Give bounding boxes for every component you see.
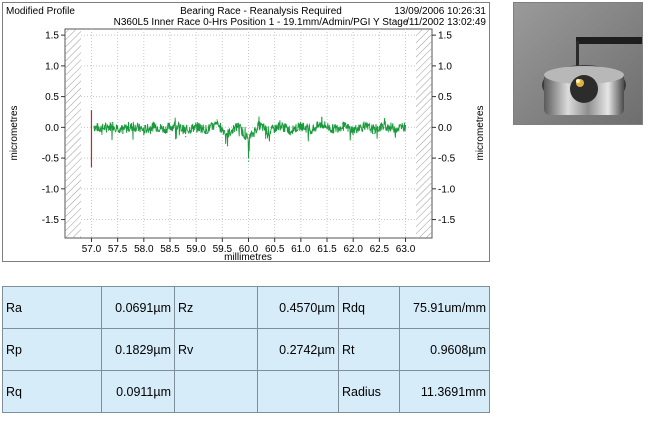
x-tick-label: 63.0 [396, 244, 416, 255]
y-axis-label-left: micrometres [9, 105, 20, 160]
y-axis-left: 1.5 1.0 0.5 0.0 -0.5 -1.0 -1.5 [42, 31, 65, 226]
data-point [111, 121, 114, 124]
x-tick-label: 57.5 [108, 244, 128, 255]
param-value: 0.1829µm [101, 328, 175, 371]
y-tick-label-left: 1.5 [45, 31, 59, 42]
header-right-2: /11/2002 13:02:49 [406, 17, 486, 28]
profile-chart: Modified Profile Bearing Race - Reanalys… [6, 6, 486, 261]
data-point [268, 139, 271, 141]
data-point [258, 120, 260, 122]
data-point [132, 123, 134, 125]
y-tick-label-left: -1.5 [42, 215, 60, 226]
param-value: 0.4570µm [257, 286, 339, 329]
data-point [153, 123, 155, 125]
param-value: 75.91um/mm [399, 286, 490, 329]
x-tick-label: 61.0 [291, 244, 311, 255]
data-point [185, 135, 187, 138]
param-label: Ra [2, 286, 102, 329]
param-label: Rp [2, 328, 102, 371]
y-tick-label-left: 1.0 [45, 61, 59, 72]
data-point [331, 131, 333, 133]
data-point [342, 123, 344, 125]
data-point [101, 129, 103, 132]
y-tick-label-left: -1.0 [42, 184, 60, 195]
x-tick-label: 61.5 [317, 244, 337, 255]
y-tick-label-right: -1.0 [438, 184, 456, 195]
data-point [373, 132, 375, 135]
data-point [93, 125, 95, 127]
data-point [143, 134, 145, 136]
param-label: Radius [338, 370, 400, 413]
data-point [164, 131, 166, 133]
y-axis-right: 1.5 1.0 0.5 0.0 -0.5 -1.0 -1.5 [432, 31, 456, 226]
x-tick-label: 58.0 [134, 244, 154, 255]
header-left: Modified Profile [6, 6, 75, 17]
x-tick-label: 59.0 [186, 244, 206, 255]
data-point [383, 121, 386, 124]
y-tick-label-left: 0.5 [45, 92, 59, 103]
param-label: Rt [338, 328, 400, 371]
header-right-1: 13/09/2006 10:26:31 [394, 6, 486, 17]
data-point [122, 132, 124, 135]
data-point [226, 145, 229, 147]
x-tick-label: 57.0 [82, 244, 102, 255]
param-label: Rv [174, 328, 258, 371]
table-row: Rp 0.1829µm Rv 0.2742µm Rt 0.9608µm [2, 328, 490, 371]
data-point [279, 121, 281, 124]
table-row: Ra 0.0691µm Rz 0.4570µm Rdq 75.91um/mm [2, 286, 490, 329]
data-point [216, 119, 218, 121]
data-point [237, 123, 239, 125]
x-tick-label: 62.0 [343, 244, 363, 255]
y-axis-label-right: micrometres [475, 105, 486, 160]
param-label [174, 370, 258, 413]
profile-chart-panel: Modified Profile Bearing Race - Reanalys… [2, 2, 490, 262]
header-center-2: N360L5 Inner Race 0-Hrs Position 1 - 19.… [114, 17, 409, 28]
param-value: 0.0911µm [101, 370, 175, 413]
x-tick-label: 62.5 [370, 244, 390, 255]
data-point [206, 132, 208, 135]
data-point [300, 123, 302, 125]
roughness-parameters-table: Ra 0.0691µm Rz 0.4570µm Rdq 75.91um/mm R… [2, 286, 490, 413]
x-tick-label: 58.5 [160, 244, 180, 255]
data-point [321, 117, 323, 119]
y-tick-label-left: 0.0 [45, 123, 59, 134]
left-hatch-band [65, 29, 81, 238]
y-tick-label-right: 0.5 [438, 92, 452, 103]
param-value: 0.2742µm [257, 328, 339, 371]
y-tick-label-right: 0.0 [438, 123, 452, 134]
y-tick-label-right: -1.5 [438, 215, 456, 226]
param-label: Rq [2, 370, 102, 413]
param-value: 0.0691µm [101, 286, 175, 329]
table-row: Rq 0.0911µm Radius 11.3691mm [2, 370, 490, 413]
y-tick-label-right: -0.5 [438, 154, 456, 165]
param-label: Rz [174, 286, 258, 329]
y-tick-label-left: -0.5 [42, 154, 60, 165]
x-axis-label: millimetres [224, 252, 272, 261]
param-value [257, 370, 339, 413]
param-value: 11.3691mm [399, 370, 490, 413]
data-point [404, 124, 407, 127]
data-point [310, 132, 312, 135]
header-center-1: Bearing Race - Reanalysis Required [180, 6, 342, 17]
sample-photo [513, 2, 643, 125]
param-label: Rdq [338, 286, 400, 329]
y-tick-label-right: 1.0 [438, 61, 452, 72]
data-point [352, 134, 354, 136]
param-value: 0.9608µm [399, 328, 490, 371]
data-point [247, 160, 250, 162]
data-point [363, 123, 365, 125]
data-point [394, 129, 396, 132]
data-point [289, 134, 291, 136]
data-point [174, 120, 176, 122]
data-point [195, 124, 197, 126]
y-tick-label-right: 1.5 [438, 31, 452, 42]
right-hatch-band [416, 29, 432, 238]
